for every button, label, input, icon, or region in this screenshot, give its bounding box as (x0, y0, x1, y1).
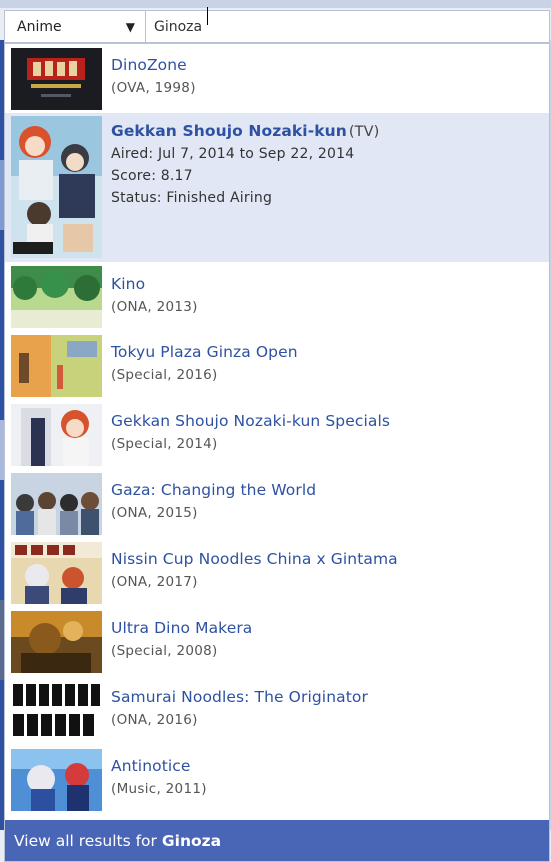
view-all-query: Ginoza (161, 831, 222, 850)
result-meta: (Special, 2008) (111, 643, 218, 659)
result-title: Gekkan Shoujo Nozaki-kun (TV) (111, 122, 380, 140)
result-meta: (OVA, 1998) (111, 80, 196, 96)
result-thumbnail (11, 335, 102, 397)
caret-down-icon: ▼ (125, 19, 135, 34)
result-meta: (Special, 2016) (111, 367, 218, 383)
result-thumbnail (11, 542, 102, 604)
result-meta: (Special, 2014) (111, 436, 218, 452)
result-title: Nissin Cup Noodles China x Gintama (111, 550, 398, 568)
result-item-highlighted[interactable]: Gekkan Shoujo Nozaki-kun (TV) Aired: Jul … (5, 113, 549, 262)
text-cursor (207, 7, 208, 25)
result-thumbnail (11, 680, 102, 742)
result-item[interactable]: Ultra Dino Makera (Special, 2008) (5, 607, 549, 676)
result-thumbnail (11, 48, 102, 110)
result-title: Samurai Noodles: The Originator (111, 688, 368, 706)
result-title: Gaza: Changing the World (111, 481, 317, 499)
result-item[interactable]: Tokyu Plaza Ginza Open (Special, 2016) (5, 331, 549, 400)
result-item[interactable]: Nissin Cup Noodles China x Gintama (ONA,… (5, 538, 549, 607)
result-item[interactable]: Samurai Noodles: The Originator (ONA, 20… (5, 676, 549, 745)
result-item[interactable]: DinoZone (OVA, 1998) (5, 44, 549, 112)
result-thumbnail (11, 473, 102, 535)
result-thumbnail (11, 404, 102, 466)
result-title: Tokyu Plaza Ginza Open (111, 343, 298, 361)
result-title: DinoZone (111, 56, 187, 74)
result-thumbnail (11, 611, 102, 673)
result-item[interactable]: Gaza: Changing the World (ONA, 2015) (5, 469, 549, 538)
result-aired: Aired: Jul 7, 2014 to Sep 22, 2014 (111, 146, 355, 162)
result-title: Antinotice (111, 757, 191, 775)
search-results-dropdown: DinoZone (OVA, 1998) Gekkan Shoujo Nozak… (4, 43, 550, 862)
result-meta: (ONA, 2013) (111, 299, 198, 315)
type-select[interactable]: Anime ▼ (5, 11, 146, 42)
result-item[interactable]: Antinotice (Music, 2011) (5, 745, 549, 817)
search-bar: Anime ▼ (4, 10, 550, 43)
result-title: Kino (111, 275, 146, 293)
result-title: Gekkan Shoujo Nozaki-kun Specials (111, 412, 391, 430)
result-item[interactable]: Kino (ONA, 2013) (5, 262, 549, 331)
result-media-type: (TV) (348, 124, 380, 140)
view-all-label: View all results for (14, 831, 157, 850)
result-thumbnail (11, 749, 102, 811)
result-score: Score: 8.17 (111, 168, 193, 184)
type-select-value: Anime (17, 18, 62, 35)
view-all-results-button[interactable]: View all results for Ginoza (5, 820, 549, 861)
result-meta: (ONA, 2017) (111, 574, 198, 590)
result-title: Ultra Dino Makera (111, 619, 253, 637)
page-top-strip (0, 0, 551, 8)
result-status: Status: Finished Airing (111, 190, 273, 206)
result-meta: (ONA, 2016) (111, 712, 198, 728)
result-meta: (ONA, 2015) (111, 505, 198, 521)
result-item[interactable]: Gekkan Shoujo Nozaki-kun Specials (Speci… (5, 400, 549, 469)
result-meta: (Music, 2011) (111, 781, 207, 797)
result-thumbnail (11, 266, 102, 328)
result-thumbnail (11, 116, 102, 258)
